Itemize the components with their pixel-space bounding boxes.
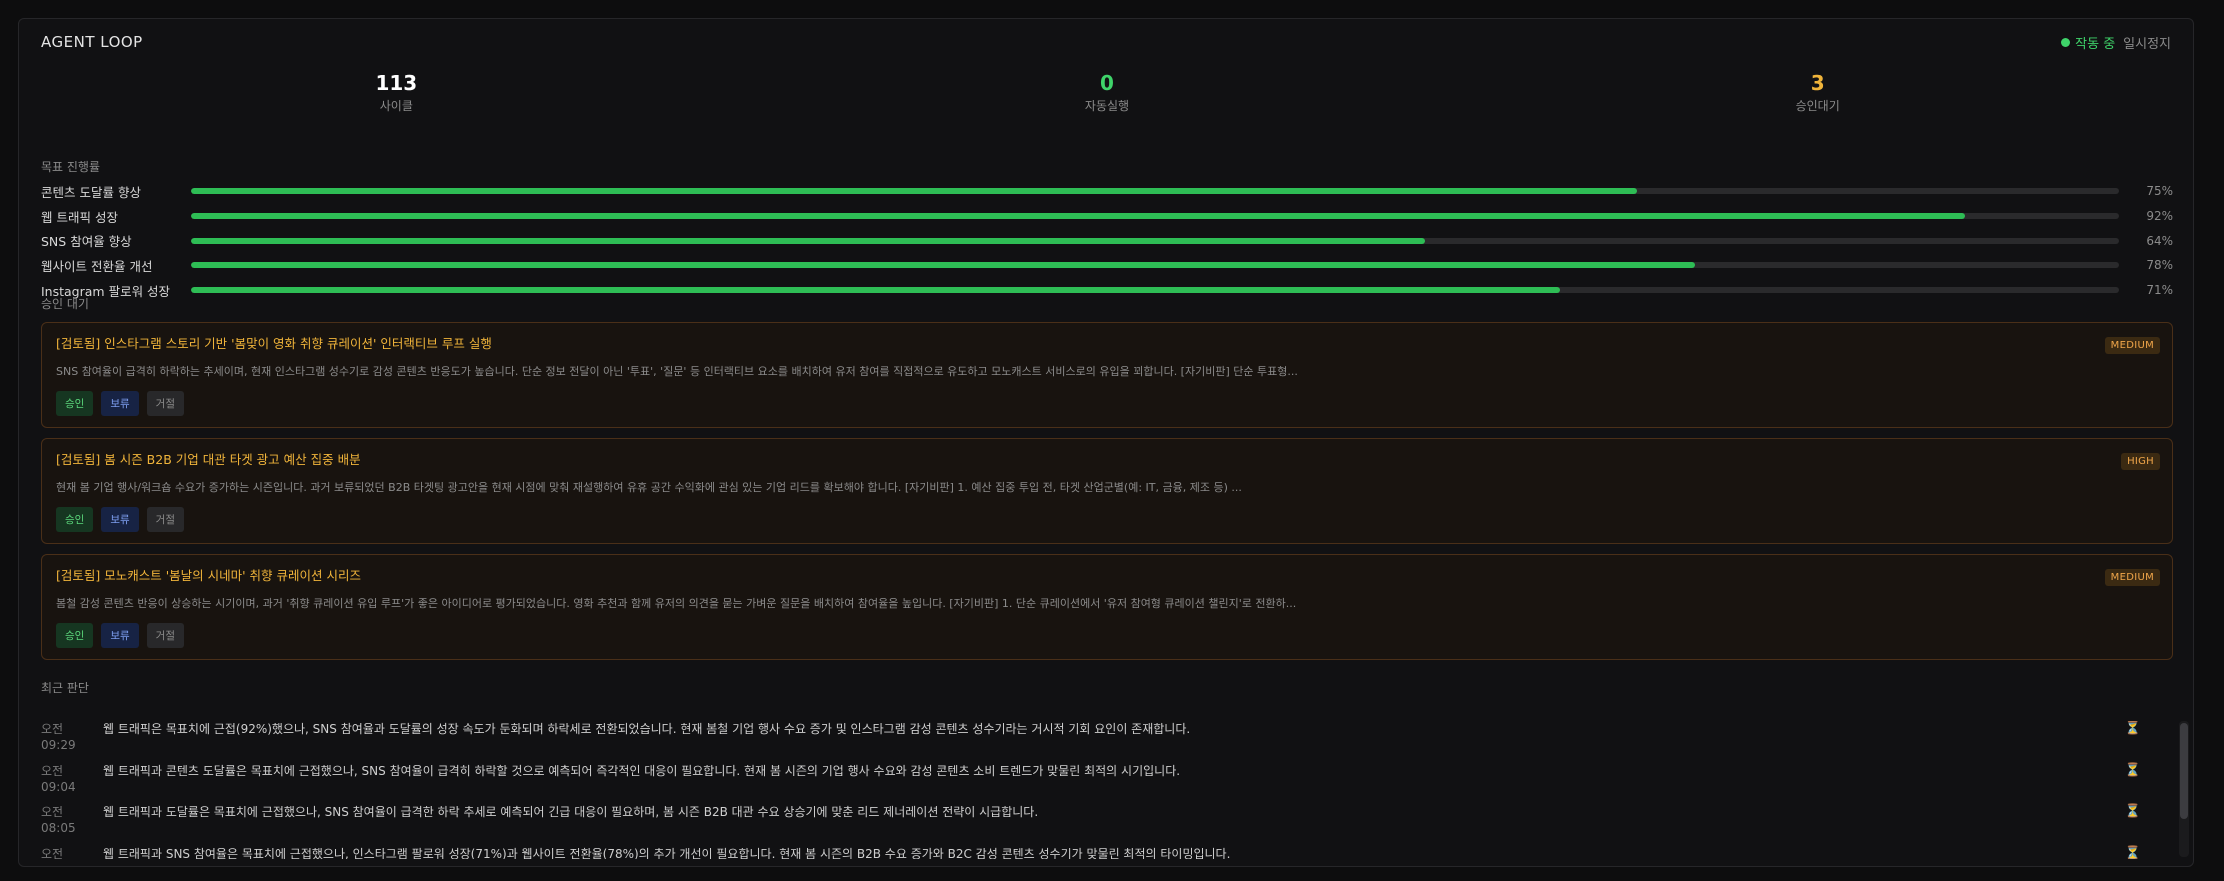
reject-button[interactable]: 거절 xyxy=(146,391,184,416)
goal-name: 웹사이트 전환율 개선 xyxy=(41,258,153,274)
hold-button[interactable]: 보류 xyxy=(101,391,139,416)
goal-progress-fill xyxy=(191,188,1637,195)
approval-description: 현재 봄 기업 행사/워크숍 수요가 증가하는 시즌입니다. 과거 보류되었던 … xyxy=(56,481,1242,494)
goal-progress-track xyxy=(191,188,2119,195)
log-row: 오전 08:05 웹 트래픽과 도달률은 목표치에 근접했으나, SNS 참여율이… xyxy=(41,804,2141,846)
pause-button[interactable]: 일시정지 xyxy=(2123,33,2171,52)
hold-button[interactable]: 보류 xyxy=(101,507,139,532)
stat-value: 113 xyxy=(375,71,418,95)
goal-row: 콘텐츠 도달률 향상 75% xyxy=(41,179,2173,204)
approval-card: [검토됨] 모노캐스트 '봄날의 시네마' 취향 큐레이션 시리즈 봄철 감성 … xyxy=(41,554,2173,660)
goal-name: SNS 참여율 향상 xyxy=(41,234,132,250)
hourglass-icon: ⏳ xyxy=(2124,721,2141,736)
goal-progress-fill xyxy=(191,262,1695,269)
goal-percent: 71% xyxy=(2146,283,2173,298)
approval-title: [검토됨] 봄 시즌 B2B 기업 대관 타겟 광고 예산 집중 배분 xyxy=(56,452,361,467)
approval-actions: 승인 보류 거절 xyxy=(56,623,184,648)
goal-name: 콘텐츠 도달률 향상 xyxy=(41,184,141,200)
goal-name: 웹 트래픽 성장 xyxy=(41,209,118,225)
stat-label: 승인대기 xyxy=(1795,99,1840,113)
log-time: 오전 09:04 xyxy=(41,763,76,794)
agent-loop-panel: AGENT LOOP 작동 중 일시정지 113 사이클 0 자동실행 3 승인… xyxy=(18,18,2194,867)
goal-percent: 64% xyxy=(2146,233,2173,248)
stat-auto-executed: 0 자동실행 xyxy=(752,71,1463,114)
status-indicator: 작동 중 xyxy=(2061,33,2115,52)
goal-row: 웹 트래픽 성장 92% xyxy=(41,204,2173,229)
status-label: 작동 중 xyxy=(2075,37,2116,52)
stat-cycles: 113 사이클 xyxy=(41,71,752,114)
priority-badge: MEDIUM xyxy=(2104,337,2160,354)
approval-actions: 승인 보류 거절 xyxy=(56,507,184,532)
goal-percent: 75% xyxy=(2146,184,2173,199)
approve-button[interactable]: 승인 xyxy=(56,391,94,416)
approvals-section-label: 승인 대기 xyxy=(41,297,89,311)
approve-button[interactable]: 승인 xyxy=(56,623,94,648)
reject-button[interactable]: 거절 xyxy=(146,507,184,532)
goal-progress-track xyxy=(191,237,2119,244)
priority-badge: MEDIUM xyxy=(2104,569,2160,586)
stats-row: 113 사이클 0 자동실행 3 승인대기 xyxy=(41,71,2173,114)
log-message: 웹 트래픽과 콘텐츠 도달률은 목표치에 근접했으나, SNS 참여율이 급격히… xyxy=(103,763,1181,778)
approval-card: [검토됨] 인스타그램 스토리 기반 '봄맞이 영화 취향 큐레이션' 인터랙티… xyxy=(41,322,2173,428)
approval-title: [검토됨] 모노캐스트 '봄날의 시네마' 취향 큐레이션 시리즈 xyxy=(56,568,361,583)
scrollbar-thumb[interactable] xyxy=(2180,723,2188,819)
goal-row: 웹사이트 전환율 개선 78% xyxy=(41,253,2173,278)
goal-percent: 92% xyxy=(2146,209,2173,224)
log-row: 오전 09:04 웹 트래픽과 콘텐츠 도달률은 목표치에 근접했으나, SNS … xyxy=(41,763,2141,805)
recent-decisions-list[interactable]: 오전 09:29 웹 트래픽은 목표치에 근접(92%)했으나, SNS 참여율과… xyxy=(41,721,2141,859)
log-row: 오전 09:29 웹 트래픽은 목표치에 근접(92%)했으나, SNS 참여율과… xyxy=(41,721,2141,763)
stat-value: 0 xyxy=(1100,71,1114,95)
log-scrollbar[interactable] xyxy=(2179,721,2189,857)
stat-pending-approval: 3 승인대기 xyxy=(1462,71,2173,114)
hold-button[interactable]: 보류 xyxy=(101,623,139,648)
reject-button[interactable]: 거절 xyxy=(146,623,184,648)
log-time: 오전 xyxy=(41,846,64,860)
log-row: 오전 웹 트래픽과 SNS 참여율은 목표치에 근접했으나, 인스타그램 팔로워… xyxy=(41,846,2141,860)
goal-row: SNS 참여율 향상 64% xyxy=(41,228,2173,253)
goal-progress-track xyxy=(191,262,2119,269)
hourglass-icon: ⏳ xyxy=(2124,762,2141,778)
log-message: 웹 트래픽과 SNS 참여율은 목표치에 근접했으나, 인스타그램 팔로워 성장… xyxy=(103,846,1231,860)
status-dot-icon xyxy=(2061,38,2071,47)
goal-progress-fill xyxy=(191,287,1560,294)
log-time: 오전 09:29 xyxy=(41,722,76,752)
approval-title: [검토됨] 인스타그램 스토리 기반 '봄맞이 영화 취향 큐레이션' 인터랙티… xyxy=(56,336,492,351)
approvals-list: [검토됨] 인스타그램 스토리 기반 '봄맞이 영화 취향 큐레이션' 인터랙티… xyxy=(41,322,2173,670)
approval-description: 봄철 감성 콘텐츠 반응이 상승하는 시기이며, 과거 '취향 큐레이션 유입 … xyxy=(56,597,1297,610)
log-message: 웹 트래픽은 목표치에 근접(92%)했으나, SNS 참여율과 도달률의 성장… xyxy=(103,722,1191,736)
goals-list: 콘텐츠 도달률 향상 75% 웹 트래픽 성장 92% SNS 참여율 향상 6… xyxy=(41,179,2173,302)
goal-progress-fill xyxy=(191,237,1425,244)
panel-title: AGENT LOOP xyxy=(41,33,143,51)
approval-description: SNS 참여율이 급격히 하락하는 추세이며, 현재 인스타그램 성수기로 감성… xyxy=(56,365,1298,378)
goal-percent: 78% xyxy=(2146,258,2173,273)
hourglass-icon: ⏳ xyxy=(2124,804,2141,819)
goal-row: Instagram 팔로워 성장 71% xyxy=(41,278,2173,303)
stat-label: 사이클 xyxy=(379,99,413,113)
approval-actions: 승인 보류 거절 xyxy=(56,391,184,416)
goal-progress-track xyxy=(191,213,2119,220)
stat-value: 3 xyxy=(1810,71,1825,95)
stat-label: 자동실행 xyxy=(1084,99,1130,113)
goals-section-label: 목표 진행률 xyxy=(41,160,101,174)
approve-button[interactable]: 승인 xyxy=(56,507,94,532)
priority-badge: HIGH xyxy=(2121,453,2160,470)
goal-progress-fill xyxy=(191,213,1965,220)
approval-card: [검토됨] 봄 시즌 B2B 기업 대관 타겟 광고 예산 집중 배분 현재 봄… xyxy=(41,438,2173,544)
goal-progress-track xyxy=(191,287,2119,294)
hourglass-icon: ⏳ xyxy=(2124,845,2141,860)
log-message: 웹 트래픽과 도달률은 목표치에 근접했으나, SNS 참여율이 급격한 하락 … xyxy=(103,805,1039,819)
log-time: 오전 08:05 xyxy=(41,805,76,835)
status-area: 작동 중 일시정지 xyxy=(2061,33,2171,52)
recent-decisions-label: 최근 판단 xyxy=(41,681,89,695)
